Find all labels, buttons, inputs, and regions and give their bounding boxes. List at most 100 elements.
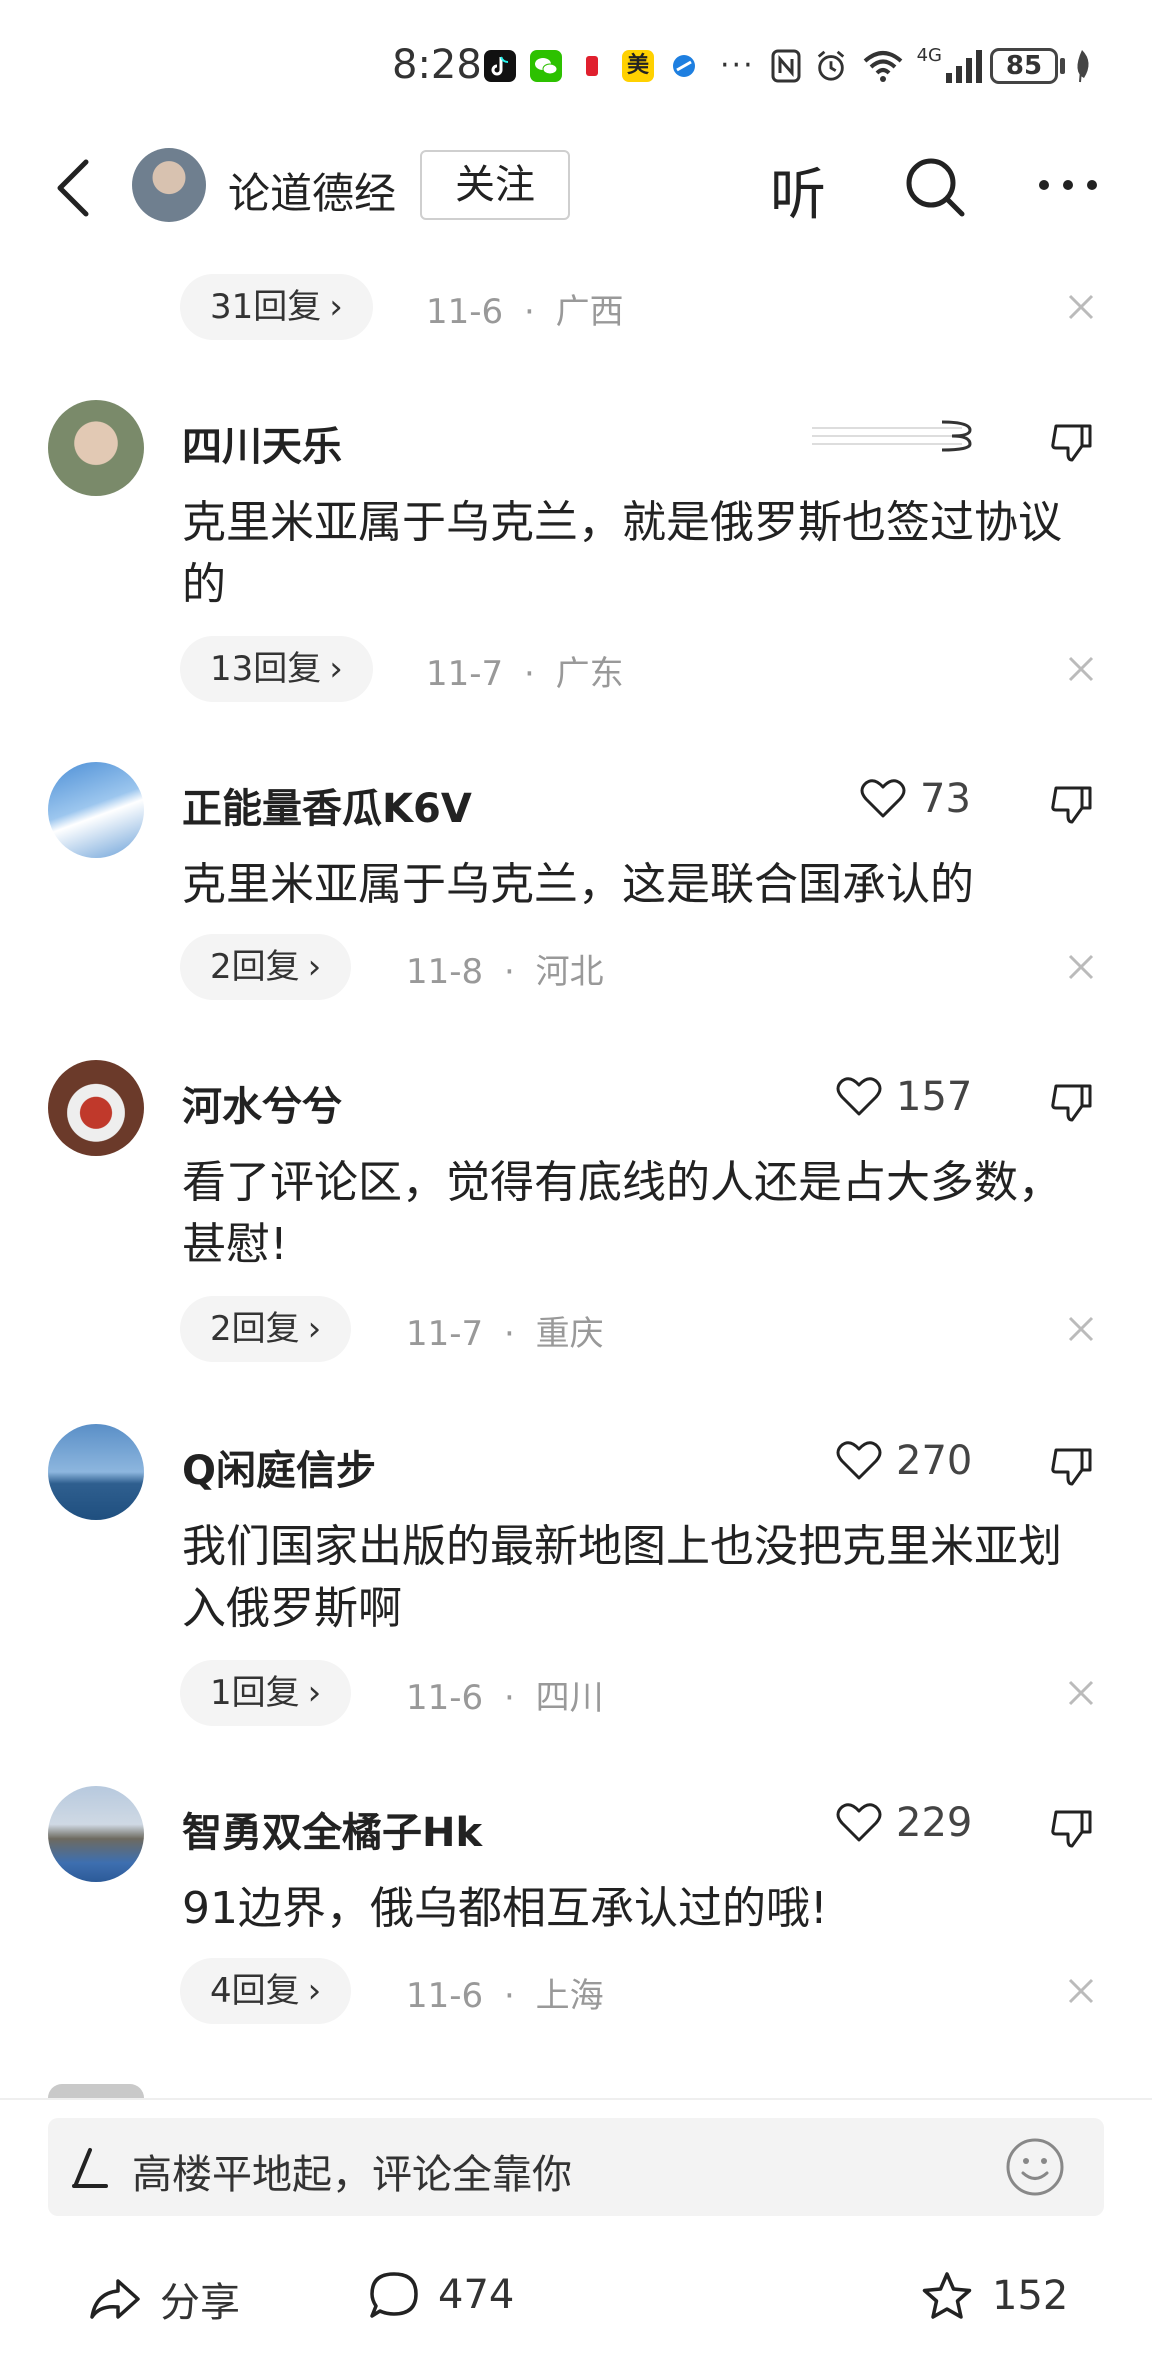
close-icon[interactable]	[1064, 950, 1098, 984]
reply-count-button[interactable]: 31回复 ›	[180, 274, 373, 340]
comment-icon	[370, 2272, 418, 2318]
listen-button[interactable]: 听	[770, 150, 826, 231]
comment-meta: 11-6 · 四川	[406, 1670, 604, 1719]
reply-count-label: 13回复	[210, 649, 322, 689]
comment-username[interactable]: 正能量香瓜K6V	[182, 776, 472, 834]
leaf-icon	[1077, 50, 1089, 83]
network-type: 4G	[916, 45, 943, 66]
comment-location: 四川	[535, 1678, 604, 1718]
author-name[interactable]: 论道德经	[228, 160, 396, 221]
comment-date: 11-6	[406, 1678, 484, 1718]
like-count: 157	[896, 1074, 973, 1120]
chevron-right-icon: ›	[329, 649, 343, 689]
pen-icon	[72, 2148, 108, 2188]
like-button[interactable]: 270	[836, 1438, 972, 1484]
wifi-icon	[863, 50, 902, 82]
heart-icon	[836, 1441, 882, 1480]
reply-count-label: 2回复	[210, 1309, 300, 1349]
favorite-button[interactable]: 152	[920, 2270, 1068, 2322]
like-count: 73	[920, 776, 971, 822]
reply-count-button[interactable]: 2回复 ›	[180, 934, 352, 1000]
favorite-count: 152	[992, 2273, 1069, 2319]
share-icon	[90, 2279, 140, 2319]
comment-username[interactable]: 河水兮兮	[182, 1074, 342, 1132]
comment-date: 11-6	[426, 292, 504, 332]
battery-cap	[1060, 58, 1065, 74]
like-count: 270	[896, 1438, 973, 1484]
comment-date: 11-7	[406, 1314, 484, 1354]
comment-text: 看了评论区，觉得有底线的人还是占大多数，甚慰!	[182, 1157, 1062, 1270]
emoji-icon[interactable]	[1004, 2136, 1066, 2198]
comment-count: 474	[438, 2272, 515, 2318]
back-icon[interactable]	[48, 156, 98, 220]
close-icon[interactable]	[1064, 1312, 1098, 1346]
avatar[interactable]	[48, 762, 144, 858]
author-avatar[interactable]	[132, 148, 206, 222]
avatar	[48, 2084, 144, 2098]
chevron-right-icon: ›	[307, 947, 322, 987]
avatar[interactable]	[48, 1786, 144, 1882]
meta-separator: ·	[503, 1976, 515, 2016]
comment-meta: 11-6 · 广西	[426, 284, 624, 333]
blue-app-icon	[668, 49, 700, 82]
dislike-icon[interactable]	[1048, 1078, 1096, 1126]
comment-text: 克里米亚属于乌克兰，这是联合国承认的	[182, 859, 974, 910]
comment-location: 河北	[535, 952, 604, 992]
comment-date: 11-8	[406, 952, 484, 992]
dislike-icon[interactable]	[1048, 780, 1096, 828]
battery-indicator: 85	[990, 48, 1058, 84]
reply-count-button[interactable]: 13回复 ›	[180, 636, 373, 702]
comment-text: 我们国家出版的最新地图上也没把克里米亚划入俄罗斯啊	[182, 1521, 1062, 1634]
comment-input[interactable]: 高楼平地起，评论全靠你	[48, 2118, 1104, 2216]
chevron-right-icon: ›	[307, 1971, 322, 2011]
like-button[interactable]: 157	[836, 1074, 972, 1120]
wechat-icon	[530, 49, 562, 82]
dislike-icon[interactable]	[1048, 418, 1096, 466]
status-app-icons: 美 ··· 4G	[484, 45, 996, 83]
close-icon[interactable]	[1064, 1974, 1098, 2008]
status-time: 8:28	[392, 42, 482, 88]
chevron-right-icon: ›	[307, 1673, 322, 1713]
avatar[interactable]	[48, 400, 144, 496]
comment-text: 克里米亚属于乌克兰，就是俄罗斯也签过协议的	[182, 497, 1062, 610]
dislike-icon[interactable]	[1048, 1804, 1096, 1852]
comment-username[interactable]: 智勇双全橘子Hk	[182, 1800, 482, 1858]
reply-count-label: 31回复	[210, 287, 322, 327]
comment-location: 上海	[535, 1976, 604, 2016]
share-label: 分享	[160, 2280, 240, 2326]
reply-count-button[interactable]: 4回复 ›	[180, 1958, 352, 2024]
comment-location: 重庆	[535, 1314, 604, 1354]
meta-separator: ·	[503, 952, 515, 992]
comment-username[interactable]: 四川天乐	[182, 414, 342, 472]
status-more-dots: ···	[720, 48, 755, 83]
close-icon[interactable]	[1064, 652, 1098, 686]
comment-username[interactable]: Q闲庭信步	[182, 1438, 376, 1496]
search-icon[interactable]	[900, 152, 970, 222]
follow-button[interactable]: 关注	[420, 150, 570, 220]
comment-meta: 11-8 · 河北	[406, 944, 604, 993]
more-icon[interactable]	[1036, 160, 1100, 210]
chevron-right-icon: ›	[307, 1309, 322, 1349]
share-button[interactable]: 分享	[88, 2270, 240, 2328]
avatar[interactable]	[48, 1424, 144, 1520]
divider	[0, 2098, 1152, 2100]
like-button[interactable]: 73	[860, 776, 971, 822]
close-icon[interactable]	[1064, 1676, 1098, 1710]
tiktok-icon	[484, 49, 516, 82]
avatar[interactable]	[48, 1060, 144, 1156]
signal-icon	[946, 49, 983, 83]
heart-icon	[860, 779, 906, 818]
reply-count-label: 1回复	[210, 1673, 300, 1713]
close-icon[interactable]	[1064, 290, 1098, 324]
comment-meta: 11-7 · 重庆	[406, 1306, 604, 1355]
like-button[interactable]: 229	[836, 1800, 972, 1846]
reply-count-button[interactable]: 2回复 ›	[180, 1296, 352, 1362]
star-icon	[922, 2272, 972, 2319]
reply-count-label: 4回复	[210, 1971, 300, 2011]
reply-count-button[interactable]: 1回复 ›	[180, 1660, 352, 1726]
reply-count-label: 2回复	[210, 947, 300, 987]
comment-count-button[interactable]: 474	[368, 2270, 514, 2320]
dislike-icon[interactable]	[1048, 1442, 1096, 1490]
alarm-icon	[817, 50, 844, 81]
like-count: 229	[896, 1800, 973, 1846]
